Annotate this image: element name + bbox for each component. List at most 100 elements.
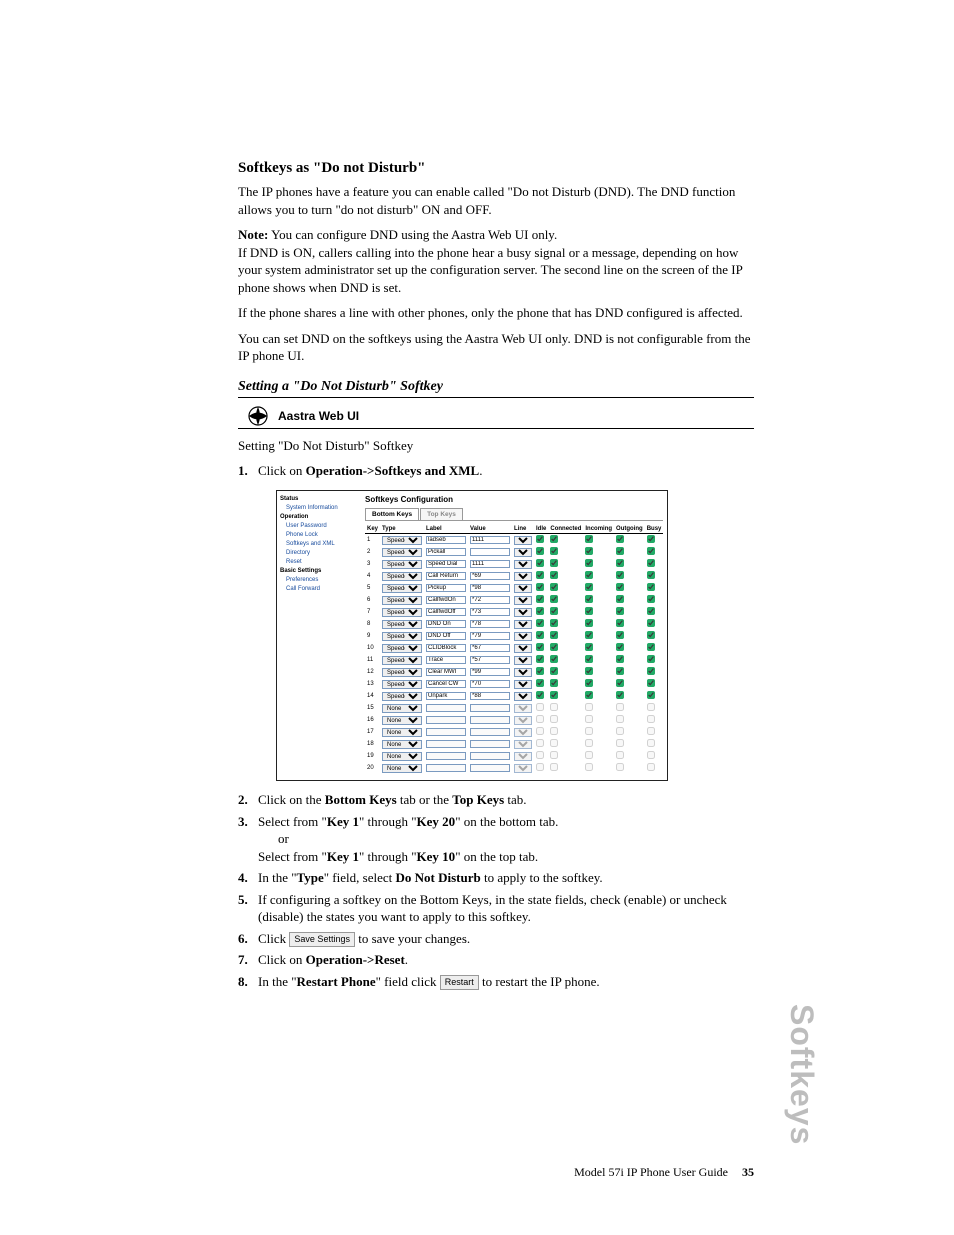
line-select[interactable]: 1 (514, 560, 532, 569)
state-checkbox[interactable] (536, 547, 544, 555)
type-select[interactable]: Speeddial (382, 632, 422, 641)
state-checkbox[interactable] (616, 595, 624, 603)
nav-item[interactable]: Softkeys and XML (280, 540, 358, 549)
state-checkbox[interactable] (550, 667, 558, 675)
state-checkbox[interactable] (585, 607, 593, 615)
value-input[interactable] (470, 548, 510, 556)
line-select[interactable]: 1 (514, 740, 532, 749)
state-checkbox[interactable] (647, 607, 655, 615)
state-checkbox[interactable] (536, 607, 544, 615)
state-checkbox[interactable] (616, 715, 624, 723)
state-checkbox[interactable] (536, 619, 544, 627)
label-input[interactable] (426, 704, 466, 712)
state-checkbox[interactable] (550, 607, 558, 615)
type-select[interactable]: Speeddial (382, 680, 422, 689)
state-checkbox[interactable] (536, 583, 544, 591)
state-checkbox[interactable] (647, 763, 655, 771)
nav-item[interactable]: User Password (280, 522, 358, 531)
state-checkbox[interactable] (585, 763, 593, 771)
state-checkbox[interactable] (550, 679, 558, 687)
line-select[interactable]: 1 (514, 608, 532, 617)
state-checkbox[interactable] (647, 691, 655, 699)
label-input[interactable] (426, 632, 466, 640)
state-checkbox[interactable] (585, 631, 593, 639)
type-select[interactable]: Speeddial (382, 560, 422, 569)
state-checkbox[interactable] (616, 643, 624, 651)
state-checkbox[interactable] (647, 595, 655, 603)
state-checkbox[interactable] (647, 727, 655, 735)
state-checkbox[interactable] (585, 715, 593, 723)
type-select[interactable]: None (382, 764, 422, 773)
type-select[interactable]: None (382, 704, 422, 713)
state-checkbox[interactable] (536, 535, 544, 543)
line-select[interactable]: 1 (514, 584, 532, 593)
state-checkbox[interactable] (585, 559, 593, 567)
state-checkbox[interactable] (647, 739, 655, 747)
type-select[interactable]: Speeddial (382, 536, 422, 545)
state-checkbox[interactable] (536, 715, 544, 723)
state-checkbox[interactable] (536, 703, 544, 711)
state-checkbox[interactable] (585, 619, 593, 627)
state-checkbox[interactable] (616, 535, 624, 543)
state-checkbox[interactable] (550, 715, 558, 723)
type-select[interactable]: Speeddial (382, 596, 422, 605)
state-checkbox[interactable] (536, 643, 544, 651)
state-checkbox[interactable] (585, 667, 593, 675)
state-checkbox[interactable] (647, 703, 655, 711)
state-checkbox[interactable] (585, 535, 593, 543)
nav-item[interactable]: System Information (280, 504, 358, 513)
type-select[interactable]: Speeddial (382, 620, 422, 629)
state-checkbox[interactable] (647, 583, 655, 591)
state-checkbox[interactable] (585, 727, 593, 735)
state-checkbox[interactable] (616, 547, 624, 555)
state-checkbox[interactable] (616, 667, 624, 675)
line-select[interactable]: 1 (514, 728, 532, 737)
type-select[interactable]: None (382, 728, 422, 737)
label-input[interactable] (426, 572, 466, 580)
state-checkbox[interactable] (550, 703, 558, 711)
label-input[interactable] (426, 584, 466, 592)
state-checkbox[interactable] (616, 571, 624, 579)
tab-bottom-keys[interactable]: Bottom Keys (365, 508, 419, 520)
label-input[interactable] (426, 548, 466, 556)
nav-item[interactable]: Phone Lock (280, 531, 358, 540)
state-checkbox[interactable] (550, 535, 558, 543)
value-input[interactable] (470, 644, 510, 652)
state-checkbox[interactable] (616, 727, 624, 735)
state-checkbox[interactable] (616, 679, 624, 687)
line-select[interactable]: 1 (514, 692, 532, 701)
state-checkbox[interactable] (616, 739, 624, 747)
label-input[interactable] (426, 560, 466, 568)
state-checkbox[interactable] (616, 607, 624, 615)
value-input[interactable] (470, 560, 510, 568)
type-select[interactable]: Speeddial (382, 572, 422, 581)
state-checkbox[interactable] (550, 583, 558, 591)
state-checkbox[interactable] (550, 739, 558, 747)
state-checkbox[interactable] (585, 751, 593, 759)
value-input[interactable] (470, 668, 510, 676)
line-select[interactable]: 1 (514, 716, 532, 725)
type-select[interactable]: Speeddial (382, 608, 422, 617)
label-input[interactable] (426, 644, 466, 652)
state-checkbox[interactable] (536, 763, 544, 771)
state-checkbox[interactable] (550, 643, 558, 651)
line-select[interactable]: 1 (514, 548, 532, 557)
line-select[interactable]: 1 (514, 668, 532, 677)
state-checkbox[interactable] (585, 655, 593, 663)
value-input[interactable] (470, 704, 510, 712)
type-select[interactable]: Speeddial (382, 656, 422, 665)
nav-item[interactable]: Call Forward (280, 585, 358, 594)
label-input[interactable] (426, 752, 466, 760)
state-checkbox[interactable] (647, 535, 655, 543)
value-input[interactable] (470, 584, 510, 592)
state-checkbox[interactable] (647, 655, 655, 663)
type-select[interactable]: Speeddial (382, 644, 422, 653)
label-input[interactable] (426, 656, 466, 664)
nav-item[interactable]: Directory (280, 549, 358, 558)
value-input[interactable] (470, 680, 510, 688)
state-checkbox[interactable] (647, 619, 655, 627)
value-input[interactable] (470, 752, 510, 760)
state-checkbox[interactable] (647, 643, 655, 651)
state-checkbox[interactable] (550, 691, 558, 699)
state-checkbox[interactable] (616, 583, 624, 591)
